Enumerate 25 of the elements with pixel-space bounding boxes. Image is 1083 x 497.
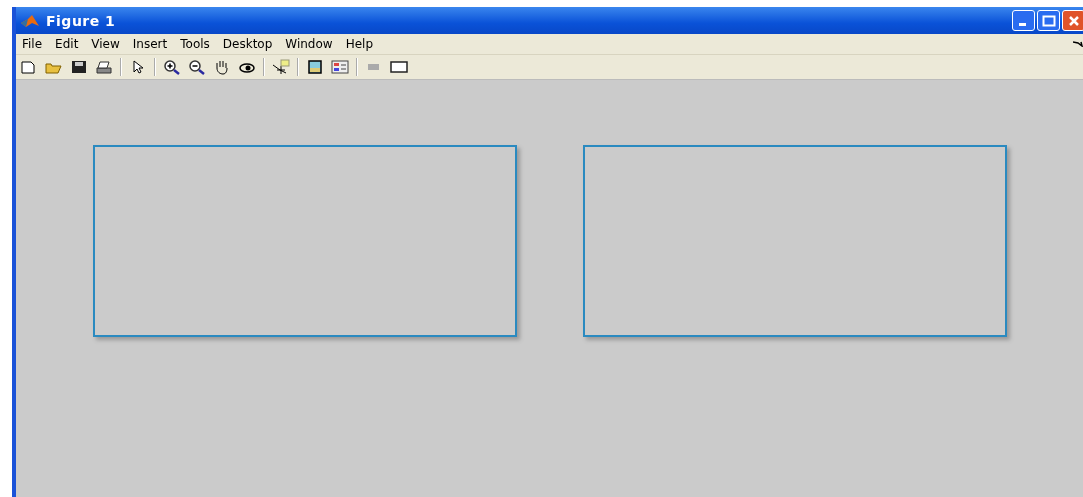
menu-item[interactable]: Window bbox=[281, 37, 342, 51]
logo-icon bbox=[20, 13, 40, 28]
menu-item[interactable]: Help bbox=[341, 37, 382, 51]
menu-item[interactable]: Edit bbox=[51, 37, 88, 51]
rectangle-icon[interactable] bbox=[390, 59, 408, 75]
close-icon bbox=[1067, 14, 1080, 27]
menu-item[interactable]: View bbox=[87, 37, 129, 51]
printer-icon[interactable] bbox=[95, 59, 113, 75]
data-cursor-icon[interactable] bbox=[272, 59, 290, 75]
window-title: Figure 1 bbox=[46, 12, 116, 29]
colorbar-icon[interactable] bbox=[306, 59, 324, 75]
menu-item[interactable]: Desktop bbox=[218, 37, 282, 51]
zoom-out-icon[interactable] bbox=[188, 59, 206, 75]
minimize-button[interactable] bbox=[1012, 10, 1035, 31]
legend-icon[interactable] bbox=[331, 59, 349, 75]
new-file-icon[interactable] bbox=[20, 59, 38, 75]
menu-item[interactable]: Tools bbox=[176, 37, 219, 51]
maximize-button[interactable] bbox=[1037, 10, 1060, 31]
zoom-in-icon[interactable] bbox=[163, 59, 181, 75]
hand-icon[interactable] bbox=[213, 59, 231, 75]
minimize-icon bbox=[1018, 22, 1026, 26]
close-button[interactable] bbox=[1062, 10, 1083, 31]
menu-item[interactable]: File bbox=[18, 37, 52, 51]
menu-item[interactable]: Insert bbox=[128, 37, 177, 51]
maximize-icon bbox=[1041, 14, 1056, 27]
